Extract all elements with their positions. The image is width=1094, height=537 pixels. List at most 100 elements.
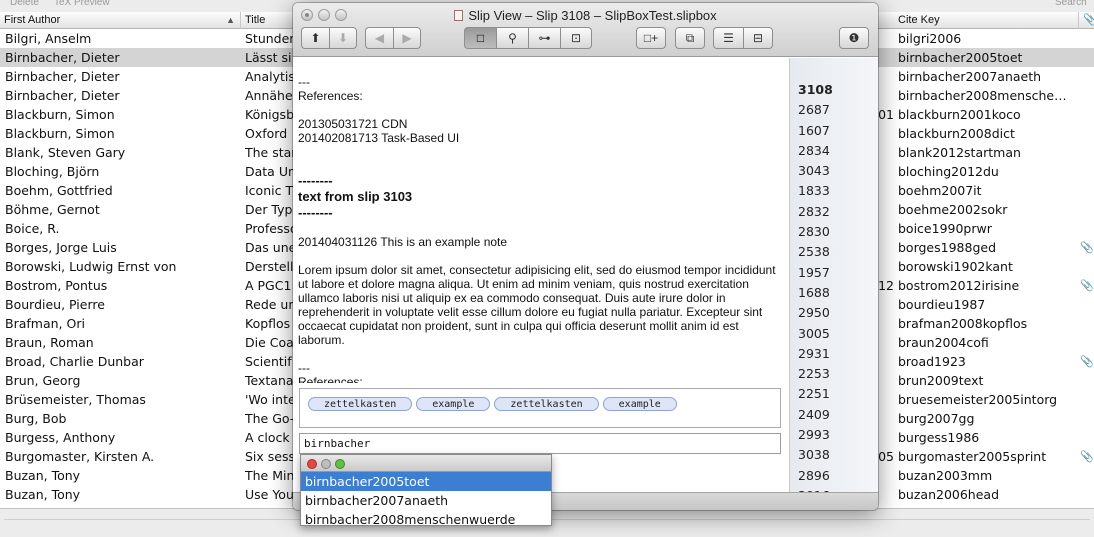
slip-number-item[interactable]: 1957	[790, 263, 878, 283]
author-cell: Buzan, Tony	[5, 487, 81, 502]
link-view-button[interactable]: ⊶	[528, 27, 560, 49]
column-header-label: First Author	[4, 14, 61, 26]
popup-close-button[interactable]	[307, 459, 317, 469]
cite-key-cell: bourdieu1987	[898, 297, 986, 312]
popup-zoom-button[interactable]	[335, 459, 345, 469]
slip-text-line: 201402081713 Task-Based UI	[298, 131, 460, 145]
next-slip-button[interactable]: ⬇	[329, 27, 357, 49]
info-button[interactable]: ❶	[839, 27, 869, 49]
slip-number-item[interactable]: 1833	[790, 181, 878, 201]
slip-number-item[interactable]: 2834	[790, 141, 878, 161]
cite-key-cell: bruesemeister2005intorg	[898, 392, 1058, 407]
tag-token[interactable]: zettelkasten	[308, 397, 413, 411]
slip-number-item[interactable]: 2538	[790, 242, 878, 262]
cite-key-cell: blank2012startman	[898, 145, 1021, 160]
author-cell: Braun, Roman	[5, 335, 94, 350]
cite-key-cell: borowski1902kant	[898, 259, 1013, 274]
title-cell: Lässt si	[245, 50, 292, 65]
completion-item[interactable]: birnbacher2005toet	[301, 472, 551, 491]
cite-key-cell: burgomaster2005sprint	[898, 449, 1047, 464]
slip-number-list[interactable]: 3108 2687 1607 2834 3043 1833 2832 2830 2538 1957…	[789, 58, 878, 492]
author-cell: Birnbacher, Dieter	[5, 50, 120, 65]
view-mode-group: □ ⚲ ⊶ ⊡	[464, 27, 592, 49]
slip-number-item[interactable]: 2896	[790, 466, 878, 486]
paperclip-column-icon[interactable]: 📎	[1079, 12, 1094, 29]
cite-key-cell: bostrom2012irisine	[898, 278, 1020, 293]
cite-key-cell: buzan2003mm	[898, 468, 993, 483]
author-cell: Bilgri, Anselm	[5, 31, 92, 46]
author-cell: Blackburn, Simon	[5, 107, 115, 122]
slip-number-item[interactable]: 1688	[790, 283, 878, 303]
slip-text-line: ---	[298, 361, 310, 375]
cite-key-cell: burgess1986	[898, 430, 980, 445]
slip-number-item[interactable]: 3043	[790, 161, 878, 181]
slip-number-item[interactable]: 3038	[790, 445, 878, 465]
forward-button[interactable]: ▶	[393, 27, 421, 49]
slip-number-item[interactable]: 3005	[790, 324, 878, 344]
title-cell: 'Wo inte	[245, 392, 295, 407]
cite-key-cell: birnbacher2005toet	[898, 50, 1023, 65]
sort-ascending-icon: ▲	[226, 15, 235, 25]
completion-item[interactable]: birnbacher2007anaeth	[301, 491, 551, 510]
slip-number-item[interactable]: 2687	[790, 100, 878, 120]
popup-minimize-button[interactable]	[321, 459, 331, 469]
slip-view-window: Slip View – Slip 3108 – SlipBoxTest.slip…	[293, 3, 878, 510]
column-header-label: Title	[245, 14, 266, 26]
column-header-first-author[interactable]: First Author ▲	[0, 12, 241, 29]
title-cell: Der Typ	[245, 202, 293, 217]
tex-preview-button[interactable]: TeX Preview	[54, 0, 110, 8]
slip-number-item[interactable]: 1607	[790, 121, 878, 141]
column-header-cite-key[interactable]: Cite Key	[894, 12, 1079, 29]
attachment-icon: 📎	[1080, 355, 1094, 368]
tree-view-button[interactable]: ⊡	[560, 27, 592, 49]
cite-key-cell: bloching2012du	[898, 164, 999, 179]
cite-key-cell: braun2004cofi	[898, 335, 989, 350]
duplicate-slip-button[interactable]: ⧉	[675, 27, 705, 49]
tag-token[interactable]: example	[416, 397, 491, 411]
reference-search-input[interactable]: birnbacher	[299, 433, 781, 454]
cite-key-cell: birnbacher2008mensche…	[898, 88, 1067, 103]
slip-text-line: References:	[298, 375, 363, 383]
slip-number-item[interactable]: 2931	[790, 344, 878, 364]
split-horizontal-button[interactable]: ☰	[713, 27, 743, 49]
slip-number-item[interactable]: 2832	[790, 202, 878, 222]
slip-text-line: 201404031126 This is an example note	[298, 235, 508, 249]
new-slip-group: □+	[636, 27, 666, 49]
slip-text-line: References:	[298, 89, 363, 103]
author-cell: Burg, Bob	[5, 411, 67, 426]
slip-text-area[interactable]: --- References: 201305031721 CDN 2014020817…	[293, 58, 789, 383]
window-title-text: Slip View – Slip 3108 – SlipBoxTest.slip…	[468, 8, 717, 23]
single-view-button[interactable]: □	[464, 27, 496, 49]
slip-number-item[interactable]: 2830	[790, 222, 878, 242]
delete-button[interactable]: Delete	[10, 0, 39, 8]
slip-number-item[interactable]: 2409	[790, 405, 878, 425]
tag-token[interactable]: zettelkasten	[494, 397, 599, 411]
completion-item[interactable]: birnbacher2008menschenwuerde	[301, 510, 551, 529]
slip-number-item[interactable]: 2251	[790, 384, 878, 404]
slip-number-item[interactable]: 3108	[790, 80, 878, 100]
title-cell: A clock	[245, 430, 290, 445]
author-cell: Boice, R.	[5, 221, 60, 236]
author-cell: Bostrom, Pontus	[5, 278, 108, 293]
slip-text-line: --------	[298, 205, 333, 220]
slip-number-item[interactable]: 2993	[790, 425, 878, 445]
slip-number-item[interactable]: 2253	[790, 364, 878, 384]
author-cell: Brafman, Ori	[5, 316, 85, 331]
previous-slip-button[interactable]: ⬆	[301, 27, 329, 49]
split-vertical-button[interactable]: ⊟	[743, 27, 773, 49]
slip-text-line: Lorem ipsum dolor sit amet, consectetur …	[298, 263, 776, 347]
title-cell: A PGC1	[245, 278, 292, 293]
author-cell: Broad, Charlie Dunbar	[5, 354, 144, 369]
back-button[interactable]: ◀	[365, 27, 393, 49]
attachment-icon: 📎	[1080, 450, 1094, 463]
cite-key-cell: blackburn2008dict	[898, 126, 1015, 141]
search-view-button[interactable]: ⚲	[496, 27, 528, 49]
title-cell: Oxford	[245, 126, 288, 141]
slip-number-item[interactable]: 2950	[790, 303, 878, 323]
tag-token[interactable]: example	[602, 397, 677, 411]
tag-field[interactable]: zettelkasten example zettelkasten example	[299, 388, 781, 428]
new-slip-button[interactable]: □+	[636, 27, 666, 49]
